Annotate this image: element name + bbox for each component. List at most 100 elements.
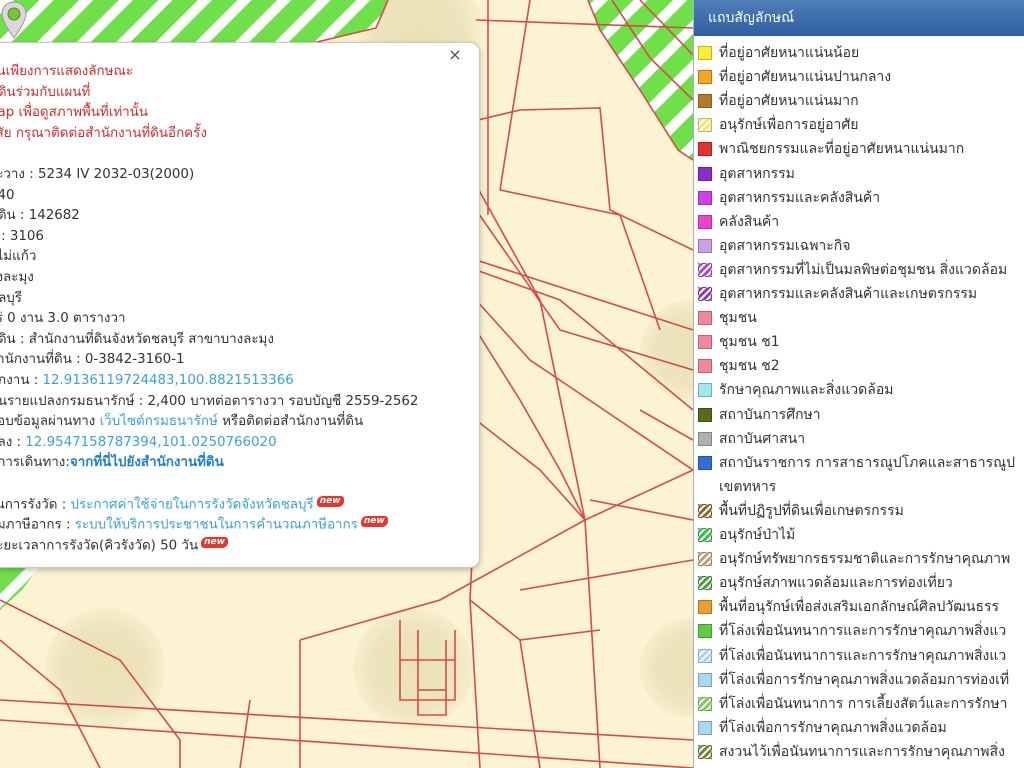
- legend-swatch-icon: [698, 383, 712, 398]
- legend-swatch-icon: [698, 142, 712, 157]
- popup-text: มินรายแปลงกรมธนารักษ์ : 2,400 บาทต่อตารา…: [0, 393, 419, 409]
- legend-swatch-icon: [698, 672, 712, 687]
- legend-label: ที่อยู่อาศัยหนาแน่นน้อย: [719, 45, 860, 61]
- new-badge: new: [360, 516, 388, 528]
- legend-swatch-icon: [698, 166, 712, 181]
- legend-swatch-icon: [698, 648, 712, 663]
- legend-label: สถาบันราชการ การสาธารณูปโภคและสาธารณูป: [719, 454, 1016, 471]
- popup-line: ในการรังวัด : ประกาศค่าใช้จ่ายในการรังวั…: [0, 495, 344, 514]
- legend-swatch-icon: [698, 600, 712, 615]
- legend-panel: แถบสัญลักษณ์ ที่อยู่อาศัยหนาแน่นน้อยที่อ…: [693, 0, 1024, 768]
- close-icon[interactable]: ×: [447, 45, 463, 65]
- popup-line: ลูการเดินทาง:จากที่นี่ไปยังสำนักงานที่ดิ…: [0, 454, 224, 472]
- popup-line: านเพียงการแสดงลักษณะ: [0, 63, 133, 81]
- legend-label: รักษาคุณภาพและสิ่งแวดล้อม: [719, 382, 894, 399]
- popup-text: ปลง :: [0, 434, 22, 450]
- popup-text: สำนักงานที่ดิน : 0-3842-3160-1: [0, 352, 185, 368]
- popup-line: ที่ดิน : 142682: [0, 207, 80, 225]
- legend-swatch-icon: [698, 503, 712, 518]
- legend-label: อุตสาหกรรมและคลังสินค้าและเกษตรกรรม: [719, 286, 978, 302]
- parcel-info-popup: × านเพียงการแสดงลักษณะที่ดินร่วมกับแผนที…: [0, 42, 480, 568]
- legend-swatch-icon: [698, 720, 712, 735]
- legend-label: คลังสินค้า: [719, 213, 780, 230]
- legend-label: ที่โล่งเพื่อนันทนาการและการรักษาคุณภาพสิ…: [719, 623, 1007, 640]
- popup-link[interactable]: 12.9547158787394,101.0250766020: [25, 435, 276, 450]
- new-badge: new: [316, 495, 344, 507]
- legend-label: อนุรักษ์สภาพแวดล้อมและการท่องเที่ยว: [719, 575, 953, 592]
- legend-label: พื้นที่ปฏิรูปที่ดินเพื่อเกษตรกรรม: [719, 502, 904, 519]
- popup-line: ที่ดิน : สำนักงานที่ดินจังหวัดชลบุรี สาข…: [0, 331, 274, 349]
- popup-link[interactable]: 12.9136119724483,100.8821513366: [43, 373, 294, 388]
- popup-text: างละมุง: [0, 270, 34, 285]
- popup-text: ที่ดิน : 142682: [0, 208, 80, 224]
- legend-swatch-icon: [698, 696, 712, 711]
- popup-line: ยมภาษีอากร : ระบบให้บริการประชาชนในการคำ…: [0, 516, 388, 534]
- legend-title: แถบสัญลักษณ์: [694, 0, 1024, 36]
- legend-swatch-icon: [698, 335, 712, 350]
- legend-swatch-icon: [698, 214, 712, 229]
- popup-line: สอบข้อมูลผ่านทาง เว็บไซต์กรมธนารักษ์ หรื…: [0, 413, 363, 431]
- popup-text: ยมภาษีอากร :: [0, 517, 71, 533]
- legend-swatch-icon: [698, 431, 712, 446]
- popup-text: านเพียงการแสดงลักษณะ: [0, 64, 134, 79]
- legend-swatch-icon: [698, 118, 712, 133]
- popup-text: ในการรังวัด :: [0, 497, 67, 513]
- popup-text: ที่ดินร่วมกับแผนที่: [0, 84, 91, 100]
- legend-label: ที่โล่งเพื่อการรักษาคุณภาพสิ่งแวดล้อม: [719, 719, 947, 736]
- legend-label: อนุรักษ์ทรัพยากรธรรมชาติและการรักษาคุณภา…: [719, 551, 1011, 568]
- legend-label: สถาบันการศึกษา: [719, 406, 821, 423]
- legend-swatch-icon: [698, 238, 712, 253]
- popup-line: nap เพื่อดูสภาพพื้นที่เท่านั้น: [0, 104, 148, 122]
- popup-line: งสัย กรุณาติดต่อสำนักงานที่ดินอีกครั้ง: [0, 125, 207, 143]
- new-badge: new: [201, 536, 228, 548]
- popup-text: สอบข้อมูลผ่านทาง: [0, 414, 100, 430]
- popup-text: จ : 3106: [0, 228, 44, 244]
- legend-label: ที่อยู่อาศัยหนาแน่นมาก: [719, 93, 859, 110]
- legend-label: สถาบันศาสนา: [719, 430, 806, 447]
- legend-swatch-icon: [698, 262, 712, 277]
- popup-line: นักงาน : 12.9136119724483,100.8821513366: [0, 372, 294, 390]
- popup-line: าไม่แก้ว: [0, 248, 36, 266]
- legend-swatch-icon: [698, 70, 712, 85]
- popup-line: ระวาง : 5234 IV 2032-03(2000): [0, 166, 194, 184]
- legend-swatch-icon: [698, 576, 712, 591]
- legend-label: อุตสาหกรรมที่ไม่เป็นมลพิษต่อชุมชน สิ่งแว…: [719, 261, 1008, 278]
- popup-line: ที่ดินร่วมกับแผนที่: [0, 84, 90, 102]
- popup-text: ไร่ 0 งาน 3.0 ตารางวา: [0, 311, 126, 327]
- legend-label: อุตสาหกรรมเฉพาะกิจ: [719, 237, 851, 254]
- legend-label: อนุรักษ์ป่าไม้: [719, 527, 796, 543]
- popup-text: ลูการเดินทาง:: [0, 455, 70, 471]
- popup-line: 140: [0, 187, 15, 205]
- legend-label: เขตทหาร: [719, 478, 777, 495]
- popup-link[interactable]: เว็บไซต์กรมธนารักษ์: [100, 414, 218, 429]
- legend-label: ที่อยู่อาศัยหนาแน่นปานกลาง: [719, 69, 892, 86]
- popup-link[interactable]: ระบบให้บริการประชาชนในการคำนวณภาษีอากร: [75, 518, 358, 533]
- legend-swatch-icon: [698, 455, 712, 470]
- popup-line: มินรายแปลงกรมธนารักษ์ : 2,400 บาทต่อตารา…: [0, 393, 418, 411]
- legend-swatch-icon: [698, 311, 712, 326]
- legend-label: พื้นที่อนุรักษ์เพื่อส่งเสริมเอกลักษณ์ศิล…: [719, 599, 1000, 616]
- legend-swatch-icon: [698, 407, 712, 422]
- popup-text: ระยะเวลาการรังวัด(คิวรังวัด) 50 วัน: [0, 538, 199, 554]
- popup-line: สำนักงานที่ดิน : 0-3842-3160-1: [0, 351, 185, 369]
- map-pin-icon[interactable]: [0, 0, 28, 40]
- popup-line: ปลง : 12.9547158787394,101.0250766020: [0, 434, 277, 452]
- legend-label: ชุมชน ช1: [719, 334, 780, 351]
- legend-label: ที่โล่งเพื่อนันทนาการและการรักษาคุณภาพสิ…: [719, 647, 1007, 664]
- legend-label: ที่โล่งเพื่อนันทนาการ การเลี้ยงสัตว์และก…: [719, 695, 1008, 712]
- popup-text: ชลบุรี: [0, 290, 22, 306]
- legend-label: ชุมชน ช2: [719, 358, 780, 375]
- legend-swatch-icon: [698, 552, 712, 567]
- popup-text: หรือติดต่อสำนักงานที่ดิน: [217, 414, 364, 430]
- legend-swatch-icon: [698, 624, 712, 639]
- popup-text: nap เพื่อดูสภาพพื้นที่เท่านั้น: [0, 105, 148, 121]
- legend-swatch-icon: [698, 94, 712, 109]
- popup-text: ที่ดิน : สำนักงานที่ดินจังหวัดชลบุรี สาข…: [0, 331, 274, 347]
- legend-label: ที่โล่งเพื่อการรักษาคุณภาพสิ่งแวดล้อมการ…: [719, 671, 1010, 688]
- legend-label: ชุมชน: [719, 310, 757, 327]
- popup-link[interactable]: ประกาศค่าใช้จ่ายในการรังวัดจังหวัดชลบุรี: [70, 497, 313, 512]
- legend-swatch-icon: [698, 287, 712, 301]
- legend-swatch-icon: [698, 359, 712, 374]
- popup-link[interactable]: จากที่นี่ไปยังสำนักงานที่ดิน: [70, 455, 224, 470]
- popup-line: ระยะเวลาการรังวัด(คิวรังวัด) 50 วัน new: [0, 536, 228, 555]
